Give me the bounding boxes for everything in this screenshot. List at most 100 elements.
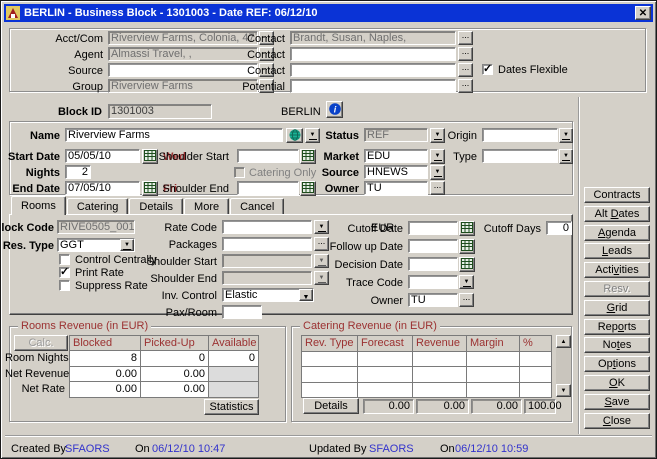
suppress-rate-checkbox[interactable]	[59, 280, 70, 291]
shoulder-end-calendar-button[interactable]	[300, 181, 316, 196]
packages-lookup-button[interactable]	[314, 237, 329, 251]
scrollbar-track[interactable]	[556, 348, 571, 384]
follow-up-date-field[interactable]	[408, 239, 458, 253]
cutoff-date-calendar-button[interactable]	[459, 221, 475, 236]
rt-shoulder-start-field[interactable]	[222, 254, 312, 268]
dates-flexible-checkbox[interactable]	[482, 64, 493, 75]
side-button-reports[interactable]: Reports	[584, 319, 650, 335]
source-field[interactable]	[108, 63, 258, 77]
close-window-button[interactable]: ✕	[635, 6, 651, 20]
origin-field[interactable]	[482, 128, 558, 142]
market-dropdown-button[interactable]	[430, 149, 445, 164]
block-source-field[interactable]: HNEWS	[364, 165, 428, 179]
side-button-options[interactable]: Options	[584, 356, 650, 372]
side-button-save[interactable]: Save	[584, 394, 650, 410]
end-date-field[interactable]: 07/05/10	[65, 181, 140, 195]
tab-rooms[interactable]: Rooms	[11, 196, 66, 215]
tab-catering[interactable]: Catering	[67, 198, 129, 215]
side-button-notes[interactable]: Notes	[584, 337, 650, 353]
agent-field[interactable]: Almassi Travel, ,	[108, 47, 258, 61]
rooms-revenue-cell-room-nights-1[interactable]: 0	[141, 351, 209, 367]
contact1-field[interactable]: Brandt, Susan, Naples,	[290, 31, 456, 45]
rooms-revenue-cell-room-nights-0[interactable]: 8	[69, 351, 141, 367]
side-button-leads[interactable]: Leads	[584, 243, 650, 259]
details-button[interactable]: Details	[303, 398, 359, 414]
rooms-revenue-cell-net-rate-2[interactable]	[209, 382, 259, 398]
name-globe-button[interactable]	[286, 128, 303, 143]
trace-code-dropdown-button[interactable]	[459, 275, 474, 289]
market-field[interactable]: EDU	[364, 149, 428, 163]
rooms-revenue-cell-net-rate-1[interactable]: 0.00	[141, 382, 209, 398]
rate-code-dropdown-button[interactable]	[314, 220, 329, 234]
owner-field[interactable]: TU	[364, 181, 428, 195]
rooms-revenue-cell-net-revenue-1[interactable]: 0.00	[141, 367, 209, 383]
contact1-lookup-button[interactable]	[458, 31, 473, 45]
side-button-contracts[interactable]: Contracts	[584, 187, 650, 203]
status-field[interactable]: REF	[364, 128, 428, 142]
control-centrally-checkbox[interactable]	[59, 254, 70, 265]
statistics-button[interactable]: Statistics	[204, 399, 259, 415]
side-button-resv[interactable]: Resv.	[584, 281, 650, 297]
group-field[interactable]: Riverview Farms	[108, 79, 258, 93]
print-rate-checkbox[interactable]	[59, 267, 70, 278]
block-code-field[interactable]: RIVE0505_001	[57, 220, 135, 234]
rt-owner-lookup-button[interactable]	[459, 293, 474, 307]
nights-field[interactable]: 2	[65, 165, 91, 179]
inv-control-dropdown-button[interactable]	[299, 289, 313, 301]
trace-code-field[interactable]	[408, 275, 458, 289]
packages-field[interactable]	[222, 237, 312, 251]
potential-field[interactable]	[290, 79, 456, 93]
shoulder-end-field[interactable]	[237, 181, 299, 195]
type-dropdown-button[interactable]	[559, 149, 573, 164]
scrollbar-down-button[interactable]: ▼	[556, 384, 571, 397]
type-field[interactable]	[482, 149, 558, 163]
side-button-alt-dates[interactable]: Alt Dates	[584, 206, 650, 222]
owner-lookup-button[interactable]	[430, 181, 445, 195]
status-dropdown-button[interactable]	[430, 128, 445, 143]
block-source-dropdown-button[interactable]	[430, 165, 445, 180]
decision-date-calendar-button[interactable]	[459, 257, 475, 272]
side-button-activities[interactable]: Activities	[584, 262, 650, 278]
name-dropdown-button[interactable]	[305, 128, 320, 143]
rt-owner-label: Owner	[371, 294, 403, 308]
potential-lookup-button[interactable]	[458, 79, 473, 93]
contact3-lookup-button[interactable]	[458, 63, 473, 77]
rt-shoulder-end-field[interactable]	[222, 271, 312, 285]
decision-date-field[interactable]	[408, 257, 458, 271]
contact2-lookup-button[interactable]	[458, 47, 473, 61]
start-date-field[interactable]: 05/05/10	[65, 149, 140, 163]
tab-cancel[interactable]: Cancel	[230, 198, 284, 215]
scrollbar-up-button[interactable]: ▲	[556, 335, 571, 348]
tab-more[interactable]: More	[184, 198, 229, 215]
contact2-field[interactable]	[290, 47, 456, 61]
rt-owner-field[interactable]: TU	[408, 293, 458, 307]
cutoff-date-field[interactable]	[408, 221, 458, 235]
rooms-revenue-cell-net-revenue-2[interactable]	[209, 367, 259, 383]
start-date-calendar-button[interactable]	[142, 149, 158, 164]
end-date-calendar-button[interactable]	[142, 181, 158, 196]
side-button-close[interactable]: Close	[584, 413, 650, 429]
side-button-agenda[interactable]: Agenda	[584, 225, 650, 241]
rt-shoulder-end-dropdown-button[interactable]	[314, 271, 329, 285]
rooms-revenue-cell-net-revenue-0[interactable]: 0.00	[69, 367, 141, 383]
acct-com-field[interactable]: Riverview Farms, Colonia, 477 550-38	[108, 31, 258, 45]
catering-only-checkbox[interactable]	[234, 167, 245, 178]
property-info-button[interactable]: i	[326, 101, 343, 118]
rate-code-field[interactable]	[222, 220, 312, 234]
shoulder-start-field[interactable]	[237, 149, 299, 163]
tab-details[interactable]: Details	[129, 198, 183, 215]
rooms-revenue-cell-net-rate-0[interactable]: 0.00	[69, 382, 141, 398]
res-type-dropdown-button[interactable]	[120, 239, 134, 251]
pax-room-field[interactable]	[222, 305, 262, 319]
side-button-grid[interactable]: Grid	[584, 300, 650, 316]
shoulder-start-calendar-button[interactable]	[300, 149, 316, 164]
origin-dropdown-button[interactable]	[559, 128, 573, 143]
side-button-ok[interactable]: OK	[584, 375, 650, 391]
rooms-revenue-cell-room-nights-2[interactable]: 0	[209, 351, 259, 367]
cutoff-days-field[interactable]: 0	[546, 221, 572, 235]
follow-up-date-calendar-button[interactable]	[459, 239, 475, 254]
name-field[interactable]: Riverview Farms	[65, 128, 283, 142]
contact3-field[interactable]	[290, 63, 456, 77]
rt-shoulder-start-dropdown-button[interactable]	[314, 254, 329, 268]
shoulder-start-label: Shoulder Start	[159, 150, 229, 164]
